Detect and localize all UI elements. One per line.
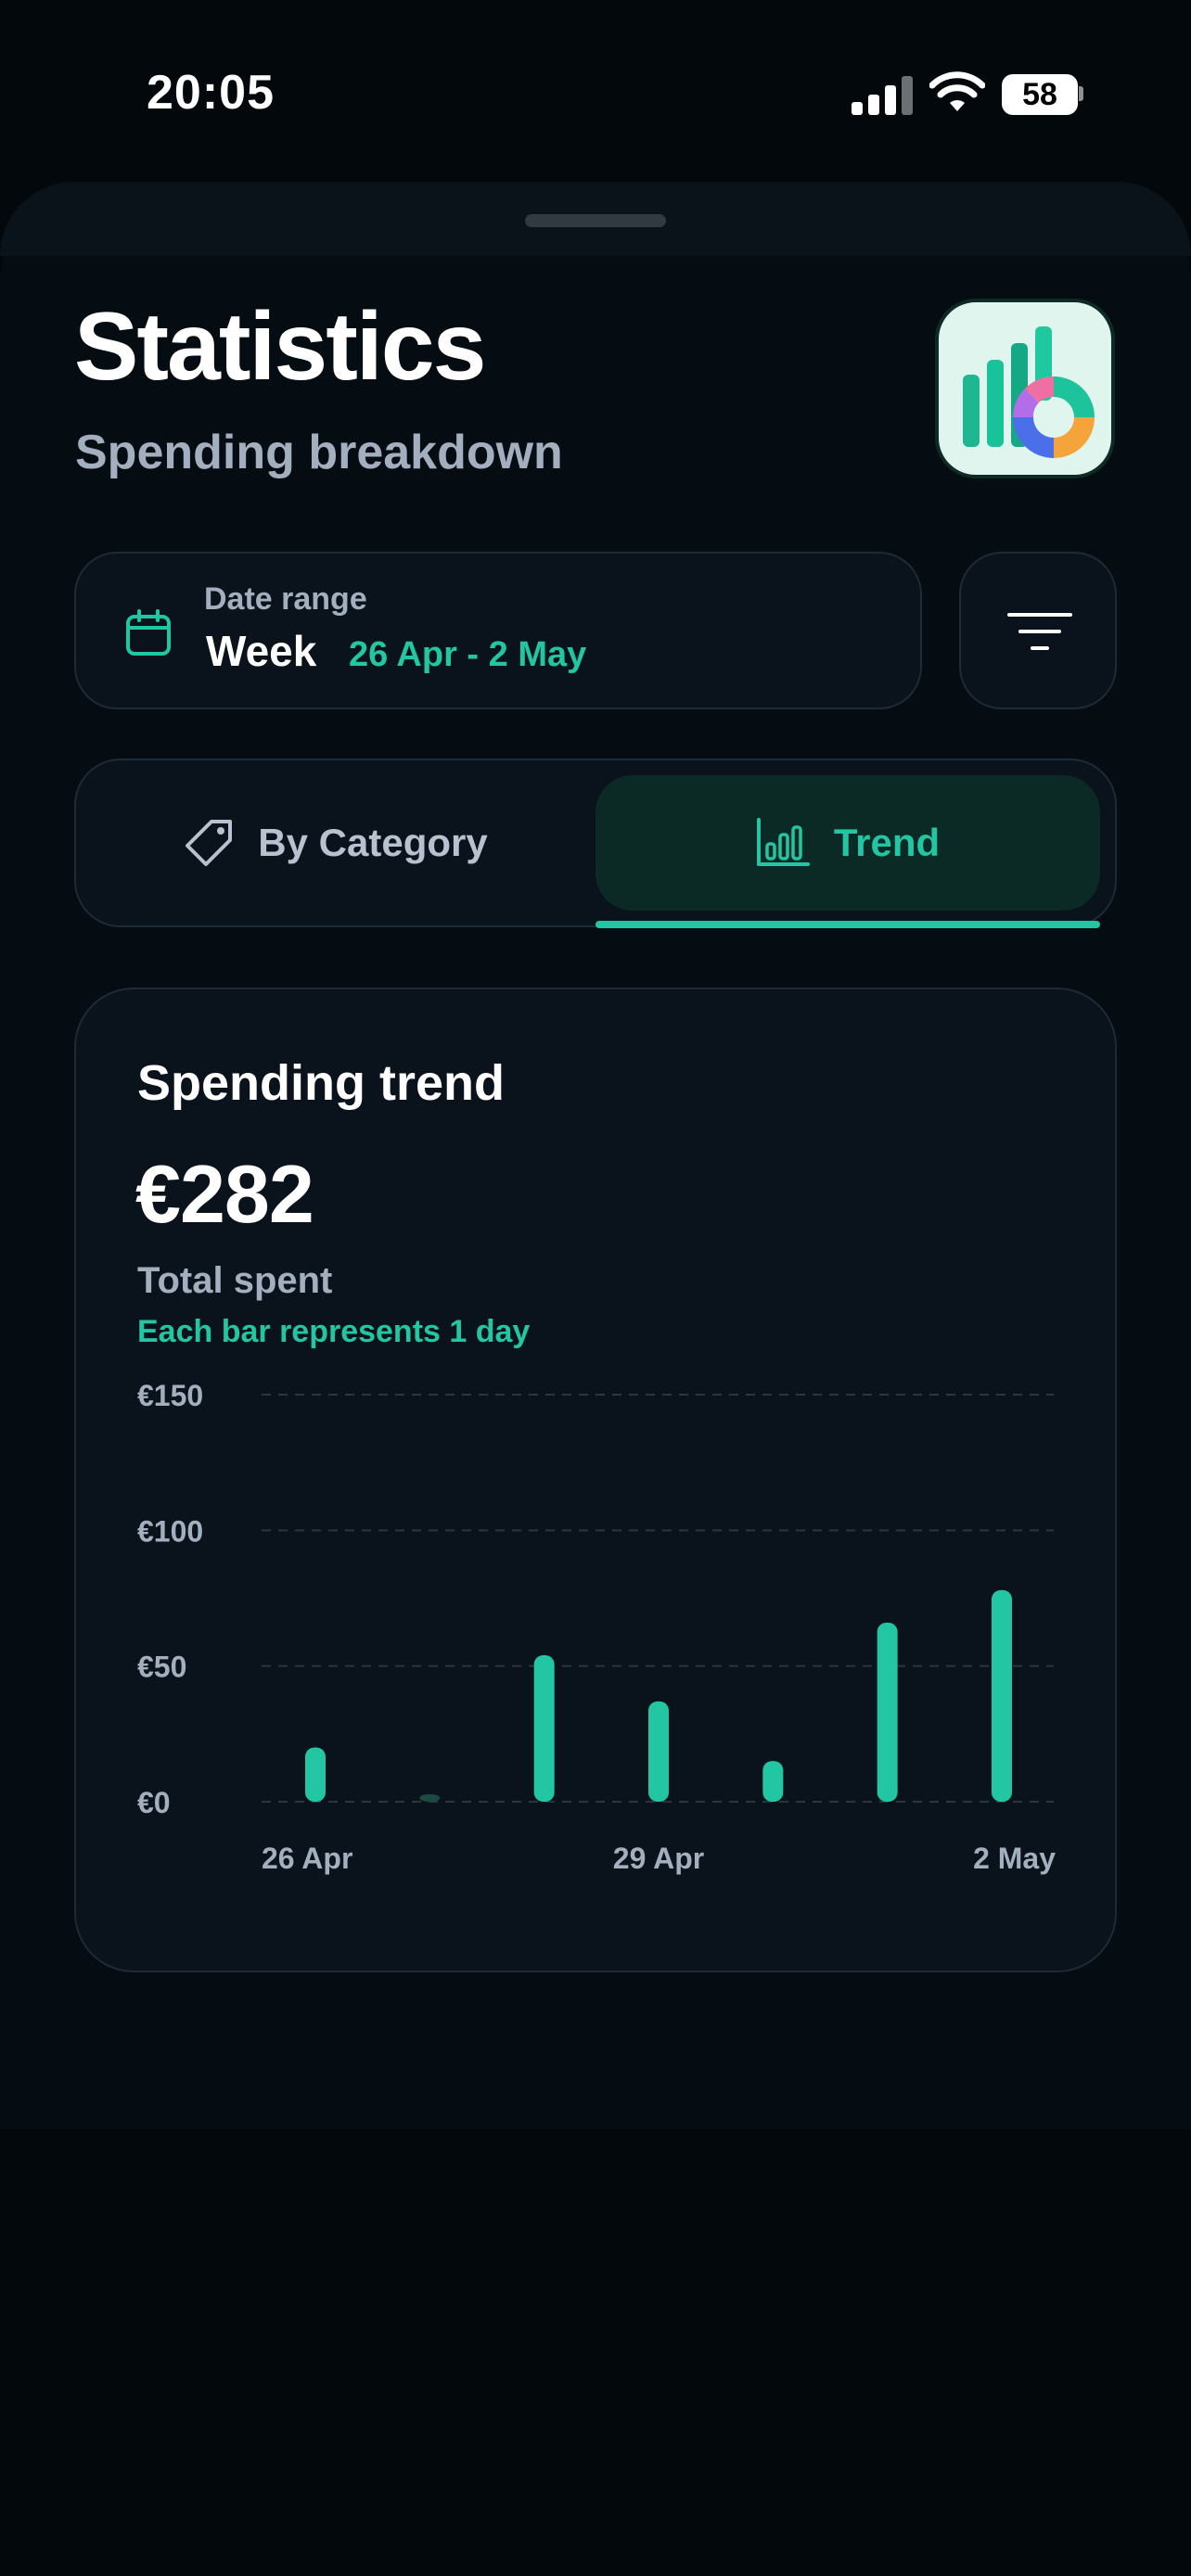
- tab-by-category-label: By Category: [258, 821, 488, 864]
- date-range-value: 26 Apr - 2 May: [349, 635, 587, 674]
- chart-bar: [762, 1761, 784, 1802]
- date-range-selector[interactable]: Date range Week 26 Apr - 2 May: [74, 552, 922, 709]
- chart-bar: [533, 1654, 555, 1802]
- battery-cap: [1079, 86, 1083, 101]
- active-tab-indicator: [596, 921, 1100, 928]
- tab-trend-label: Trend: [833, 821, 941, 864]
- chart-bar: [992, 1589, 1012, 1802]
- tab-by-category[interactable]: By Category: [95, 775, 577, 911]
- chart-bar: [419, 1794, 441, 1802]
- x-tick-label: 2 May: [973, 1842, 1056, 1875]
- cellular-signal-icon: [852, 74, 913, 115]
- y-tick-label: €50: [137, 1651, 186, 1684]
- sheet-drag-handle[interactable]: [525, 214, 666, 227]
- chart-bar: [877, 1622, 898, 1802]
- x-tick-label: 29 Apr: [613, 1842, 704, 1875]
- view-tabs: By Category Trend: [74, 759, 1117, 927]
- bar-chart-icon: [756, 818, 810, 866]
- chart-bar: [648, 1701, 669, 1802]
- tag-icon: [186, 820, 233, 866]
- calendar-icon: [126, 609, 171, 656]
- wifi-icon: [929, 71, 985, 111]
- chart-bar: [305, 1747, 326, 1802]
- tab-trend[interactable]: Trend: [596, 775, 1100, 911]
- spending-trend-card: Spending trend €282 Total spent Each bar…: [74, 988, 1117, 1972]
- date-range-label: Date range: [204, 581, 367, 617]
- filter-lines-icon: [1007, 613, 1072, 650]
- chart-donut-app-icon: [935, 299, 1115, 478]
- status-bar: 20:05 58: [0, 0, 1191, 185]
- date-range-period: Week: [206, 627, 317, 675]
- filter-button[interactable]: [959, 552, 1117, 709]
- status-time: 20:05: [147, 66, 275, 120]
- y-tick-label: €0: [137, 1786, 171, 1819]
- page-title: Statistics: [74, 293, 486, 401]
- y-tick-label: €100: [137, 1514, 203, 1548]
- spending-trend-chart: €0 €50 €100 €150 26 Apr 29 Apr 2 May: [137, 1379, 1056, 1875]
- y-tick-label: €150: [137, 1379, 203, 1412]
- battery-indicator: 58: [1002, 74, 1078, 115]
- page-subtitle: Spending breakdown: [75, 426, 563, 479]
- x-tick-label: 26 Apr: [262, 1842, 352, 1875]
